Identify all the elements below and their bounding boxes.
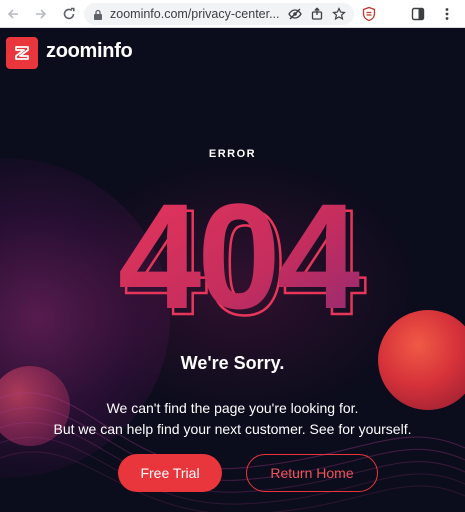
brand-name[interactable]: zoominfo xyxy=(46,40,133,63)
error-page: zoominfo ERROR 404 404 We're Sorry. We c… xyxy=(0,28,465,512)
url-text[interactable]: zoominfo.com/privacy-center... xyxy=(110,7,280,21)
error-message-line-2: But we can help find your next customer.… xyxy=(53,421,412,437)
forward-arrow-icon[interactable] xyxy=(30,3,52,25)
more-menu-icon[interactable] xyxy=(438,5,456,23)
extension-shield-icon[interactable] xyxy=(360,5,378,23)
reload-icon[interactable] xyxy=(58,3,80,25)
browser-toolbar: zoominfo.com/privacy-center... xyxy=(0,0,465,28)
star-icon[interactable] xyxy=(328,3,350,25)
zoominfo-logo-icon[interactable] xyxy=(6,37,38,69)
lock-icon[interactable] xyxy=(92,8,104,20)
return-home-button[interactable]: Return Home xyxy=(246,454,378,492)
free-trial-button[interactable]: Free Trial xyxy=(118,454,222,492)
eye-slash-icon[interactable] xyxy=(284,3,306,25)
error-label: ERROR xyxy=(208,148,257,160)
back-arrow-icon[interactable] xyxy=(2,3,24,25)
address-bar[interactable]: zoominfo.com/privacy-center... xyxy=(84,3,354,25)
error-message-line-1: We can't find the page you're looking fo… xyxy=(106,400,359,416)
page-title: We're Sorry. xyxy=(180,353,285,373)
svg-text:404: 404 xyxy=(118,178,360,328)
share-icon[interactable] xyxy=(306,3,328,25)
error-code: 404 404 xyxy=(118,178,371,328)
side-panel-icon[interactable] xyxy=(409,5,427,23)
